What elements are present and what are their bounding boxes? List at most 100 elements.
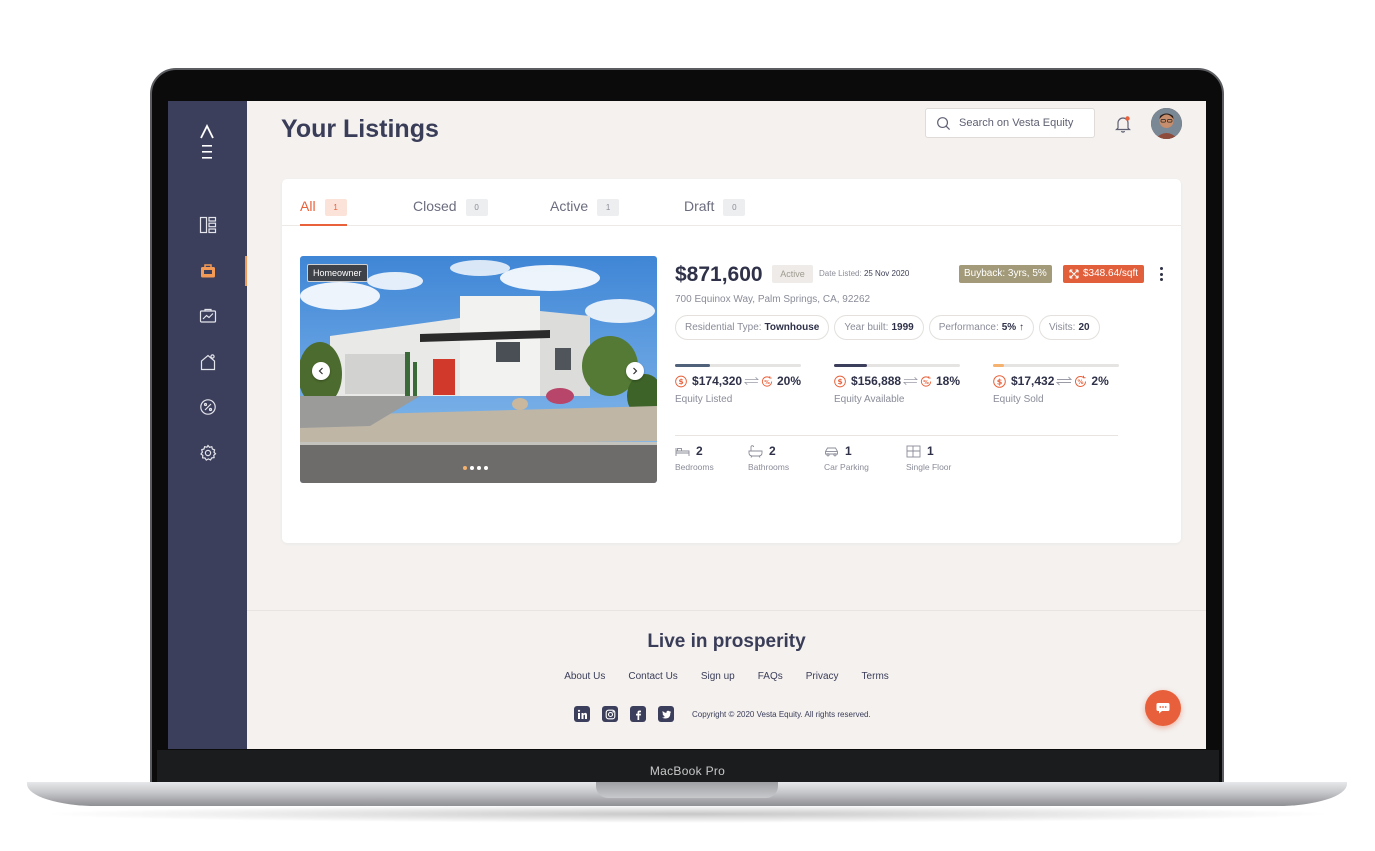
feature-value: 1: [845, 444, 852, 458]
feature-label: Car Parking: [824, 462, 869, 472]
equity-progress-bar: [993, 364, 1119, 367]
svg-text:%: %: [764, 379, 770, 385]
feature-label: Single Floor: [906, 462, 952, 472]
chat-button[interactable]: [1145, 690, 1181, 726]
car-icon: [825, 447, 838, 456]
feature-label: Bedrooms: [675, 462, 714, 472]
photo-next-button[interactable]: [626, 362, 644, 380]
photo-prev-button[interactable]: [312, 362, 330, 380]
vesta-logo-icon: [200, 123, 214, 159]
tab-count-badge: 0: [723, 199, 746, 216]
sidebar-item-offers[interactable]: [168, 392, 247, 422]
sidebar-item-settings[interactable]: [168, 438, 247, 468]
footer-link-terms[interactable]: Terms: [862, 671, 889, 682]
equity-progress-fill: [834, 364, 867, 367]
percent-cycle-icon: %: [1075, 375, 1087, 387]
property-chips: Residential Type: Townhouse Year built: 19…: [675, 315, 1100, 340]
user-avatar-icon: [1151, 108, 1182, 139]
equity-percent: 18%: [935, 374, 961, 388]
listings-card: All 1 Closed 0 Active 1 Draft 0 Homeowne…: [282, 179, 1181, 543]
tab-all[interactable]: All 1: [300, 198, 347, 226]
dollar-coin-icon: $: [993, 374, 1006, 388]
listing-address: 700 Equinox Way, Palm Springs, CA, 92262: [675, 294, 871, 305]
equity-amount: $174,320: [692, 374, 743, 388]
equity-sold: $ $17,432 % 2% Equity Sold: [993, 364, 1119, 405]
percent-cycle-icon: %: [761, 375, 773, 387]
carousel-dot[interactable]: [463, 466, 467, 470]
carousel-dot[interactable]: [470, 466, 474, 470]
gear-icon: [199, 444, 216, 461]
tab-draft[interactable]: Draft 0: [684, 198, 746, 226]
search-input[interactable]: Search on Vesta Equity: [925, 108, 1095, 138]
briefcase-icon: [200, 264, 215, 278]
equity-progress-fill: [993, 364, 1005, 367]
carousel-dot[interactable]: [484, 466, 488, 470]
chip-label: Residential Type:: [685, 322, 762, 333]
facebook-icon[interactable]: [630, 706, 646, 722]
tab-label: Draft: [684, 198, 715, 214]
property-photo-carousel[interactable]: Homeowner: [300, 256, 657, 483]
equity-label: Equity Available: [834, 394, 905, 405]
twitter-icon[interactable]: [658, 706, 674, 722]
feature-value: 2: [696, 444, 703, 458]
sidebar: [168, 101, 247, 749]
copyright-text: Copyright © 2020 Vesta Equity. All right…: [692, 710, 871, 719]
tab-label: Active: [550, 198, 589, 214]
chat-bubble-icon: [1156, 703, 1170, 714]
sidebar-item-dashboard[interactable]: [168, 210, 247, 240]
footer-link-about[interactable]: About Us: [564, 671, 605, 682]
expand-arrows-icon: [1069, 269, 1079, 279]
equity-label: Equity Listed: [675, 394, 733, 405]
search-placeholder: Search on Vesta Equity: [959, 117, 1074, 129]
sidebar-item-listings[interactable]: [168, 256, 247, 286]
dollar-coin-icon: $: [834, 375, 846, 387]
more-options-button[interactable]: [1159, 267, 1163, 281]
chip-residential-type: Residential Type: Townhouse: [675, 315, 830, 340]
chip-label: Year built:: [844, 322, 889, 333]
active-indicator: [245, 256, 247, 286]
price-per-sqft-badge: $348.64/sqft: [1063, 265, 1145, 283]
feature-single-floor: 1 Single Floor: [906, 444, 951, 472]
equity-progress-bar: [834, 364, 960, 367]
status-badge: Active: [772, 265, 813, 283]
footer-link-faqs[interactable]: FAQs: [758, 671, 783, 682]
footer-link-privacy[interactable]: Privacy: [806, 671, 839, 682]
carousel-dots: [463, 466, 488, 470]
listing-price: $871,600: [675, 263, 763, 286]
kebab-dot: [1159, 267, 1163, 270]
sidebar-item-homes[interactable]: [168, 347, 247, 377]
carousel-dot[interactable]: [477, 466, 481, 470]
search-icon: [937, 116, 951, 130]
tab-closed[interactable]: Closed 0: [413, 198, 488, 226]
linkedin-icon[interactable]: [574, 706, 590, 722]
tab-active[interactable]: Active 1: [550, 198, 620, 226]
instagram-icon[interactable]: [602, 706, 618, 722]
floor-plan-icon: [906, 445, 921, 457]
footer-link-contact[interactable]: Contact Us: [628, 671, 677, 682]
swap-arrows-icon: [1056, 376, 1073, 386]
feature-bedrooms: 2 Bedrooms: [675, 444, 714, 472]
sidebar-item-portfolio[interactable]: [168, 301, 247, 331]
chip-performance: Performance: 5% ↑: [928, 315, 1034, 340]
social-links: [574, 706, 674, 722]
footer-link-signup[interactable]: Sign up: [701, 671, 735, 682]
avatar[interactable]: [1151, 108, 1182, 139]
chip-value: Townhouse: [764, 322, 820, 333]
laptop-shadow: [36, 805, 1338, 823]
tab-label: Closed: [413, 198, 457, 214]
date-listed: Date Listed: 25 Nov 2020: [819, 269, 909, 278]
svg-text:%: %: [1078, 379, 1084, 386]
dashboard-icon: [199, 216, 216, 234]
notification-bell-icon[interactable]: [1113, 114, 1133, 134]
bathtub-icon: [748, 444, 763, 458]
swap-arrows-icon: [903, 376, 918, 386]
chevron-left-icon: [318, 367, 323, 375]
kebab-dot: [1159, 278, 1163, 281]
chip-value: 5% ↑: [1001, 322, 1024, 333]
svg-text:$: $: [678, 377, 683, 386]
percent-badge-icon: [199, 399, 216, 415]
chevron-right-icon: [633, 367, 638, 375]
property-photo: [300, 256, 657, 483]
owner-type-badge: Homeowner: [307, 264, 368, 282]
footer-tagline: Live in prosperity: [647, 631, 806, 652]
